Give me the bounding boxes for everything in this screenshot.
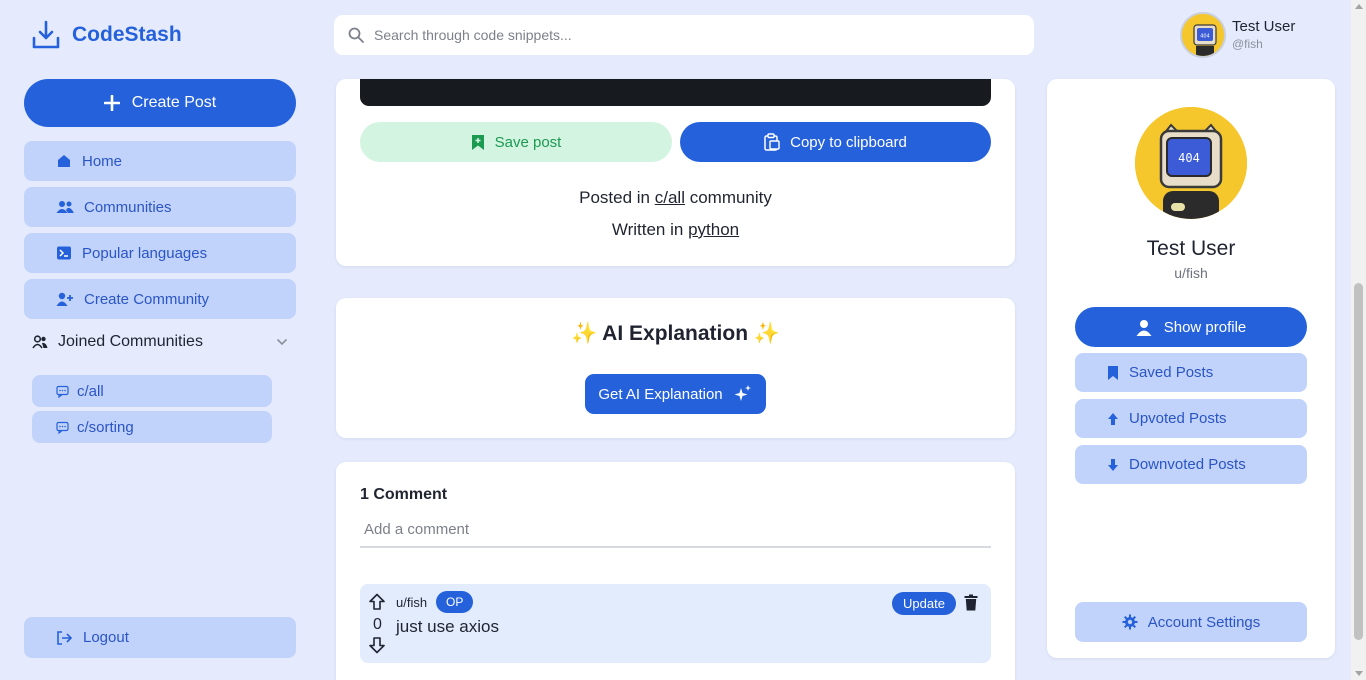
profile-handle: u/fish <box>1174 265 1208 281</box>
community-label: c/all <box>77 382 104 400</box>
community-label: c/sorting <box>77 418 134 436</box>
page-scrollbar[interactable] <box>1351 0 1366 680</box>
saved-posts-label: Saved Posts <box>1129 364 1214 381</box>
scroll-down-arrow[interactable] <box>1355 671 1363 676</box>
ai-explanation-title: ✨ AI Explanation ✨ <box>570 322 781 345</box>
svg-text:404: 404 <box>1178 151 1200 165</box>
download-icon <box>32 20 60 50</box>
plus-icon <box>103 95 120 111</box>
save-post-label: Save post <box>494 133 562 151</box>
bookmark-plus-icon <box>471 134 485 151</box>
copy-to-clipboard-label: Copy to clipboard <box>790 133 907 151</box>
terminal-icon <box>56 245 72 261</box>
sidebar-item-home[interactable]: Home <box>24 141 296 181</box>
logout-icon <box>56 630 73 646</box>
comment-item: 0 u/fish OP just use axios Update <box>360 584 991 663</box>
user-handle: @fish <box>1232 37 1263 51</box>
create-post-button[interactable]: Create Post <box>24 79 296 127</box>
app-name: CodeStash <box>72 23 182 46</box>
comment-text: just use axios <box>396 617 499 636</box>
sidebar-item-label: Home <box>82 152 123 170</box>
community-item-sorting[interactable]: c/sorting <box>32 411 272 443</box>
account-settings-label: Account Settings <box>1147 613 1261 631</box>
ai-explanation-card <box>336 298 1015 438</box>
search-bar[interactable] <box>334 15 1034 55</box>
create-post-label: Create Post <box>131 94 217 111</box>
account-settings-button[interactable]: Account Settings <box>1075 602 1307 642</box>
copy-to-clipboard-button[interactable]: Copy to clipboard <box>680 122 991 162</box>
save-post-button[interactable]: Save post <box>360 122 672 162</box>
home-icon <box>56 153 72 169</box>
scrollbar-thumb[interactable] <box>1354 283 1363 640</box>
scroll-up-arrow[interactable] <box>1355 4 1363 9</box>
arrow-up-icon <box>1107 412 1119 426</box>
sparkles-icon <box>733 384 753 404</box>
language-link[interactable]: python <box>688 220 739 239</box>
posted-in-line: Posted in c/all community <box>336 188 1015 208</box>
posted-in-prefix: Posted in <box>579 188 650 207</box>
sidebar-item-communities[interactable]: Communities <box>24 187 296 227</box>
gear-icon <box>1122 614 1138 630</box>
profile-name: Test User <box>1146 237 1236 260</box>
get-ai-explanation-button[interactable]: Get AI Explanation <box>585 374 766 414</box>
update-comment-button[interactable]: Update <box>892 592 956 615</box>
sidebar-item-label: Communities <box>84 198 172 216</box>
users-icon <box>56 199 74 215</box>
sidebar-item-create-community[interactable]: Create Community <box>24 279 296 319</box>
chat-icon <box>56 385 69 398</box>
arrow-down-icon <box>1107 458 1119 472</box>
downvoted-posts-label: Downvoted Posts <box>1129 456 1246 473</box>
downvote-icon[interactable] <box>368 636 386 654</box>
show-profile-button[interactable]: Show profile <box>1075 307 1307 347</box>
written-in-prefix: Written in <box>611 220 684 239</box>
show-profile-label: Show profile <box>1163 318 1247 336</box>
user-icon <box>1136 319 1152 336</box>
bookmark-icon <box>1107 365 1119 381</box>
clipboard-icon <box>764 133 780 151</box>
op-badge: OP <box>436 591 474 613</box>
upvoted-posts-label: Upvoted Posts <box>1129 410 1227 427</box>
logout-label: Logout <box>83 629 129 646</box>
joined-communities-toggle[interactable]: Joined Communities <box>32 333 288 351</box>
add-comment-input[interactable] <box>360 513 991 548</box>
avatar: 404 <box>1180 12 1226 58</box>
community-item-all[interactable]: c/all <box>32 375 272 407</box>
upvoted-posts-button[interactable]: Upvoted Posts <box>1075 399 1307 438</box>
written-in-line: Written in python <box>336 220 1015 240</box>
user-name: Test User <box>1232 18 1296 35</box>
comments-heading: 1 Comment <box>360 486 448 503</box>
vote-count: 0 <box>373 616 382 633</box>
search-icon <box>348 27 364 43</box>
app-logo[interactable]: CodeStash <box>32 20 182 50</box>
ai-button-label: Get AI Explanation <box>598 385 723 403</box>
svg-text:404: 404 <box>1200 34 1210 40</box>
code-block[interactable] <box>360 79 991 106</box>
sidebar-item-label: Popular languages <box>82 244 208 262</box>
comment-author[interactable]: u/fish <box>396 595 427 610</box>
chevron-down-icon <box>276 338 288 346</box>
users-icon <box>32 335 48 349</box>
user-plus-icon <box>56 291 74 307</box>
user-menu[interactable]: 404 Test User @fish <box>1180 12 1295 58</box>
sidebar-item-label: Create Community <box>84 290 210 308</box>
chat-icon <box>56 421 69 434</box>
community-link[interactable]: c/all <box>655 188 685 207</box>
posted-in-suffix: community <box>689 188 772 207</box>
upvote-icon[interactable] <box>368 593 386 611</box>
logout-button[interactable]: Logout <box>24 617 296 658</box>
downvoted-posts-button[interactable]: Downvoted Posts <box>1075 445 1307 484</box>
search-input[interactable] <box>374 27 1014 43</box>
profile-avatar: 404 <box>1135 107 1247 219</box>
saved-posts-button[interactable]: Saved Posts <box>1075 353 1307 392</box>
joined-communities-label: Joined Communities <box>58 333 203 350</box>
trash-icon[interactable] <box>964 594 978 611</box>
sidebar-item-popular-languages[interactable]: Popular languages <box>24 233 296 273</box>
